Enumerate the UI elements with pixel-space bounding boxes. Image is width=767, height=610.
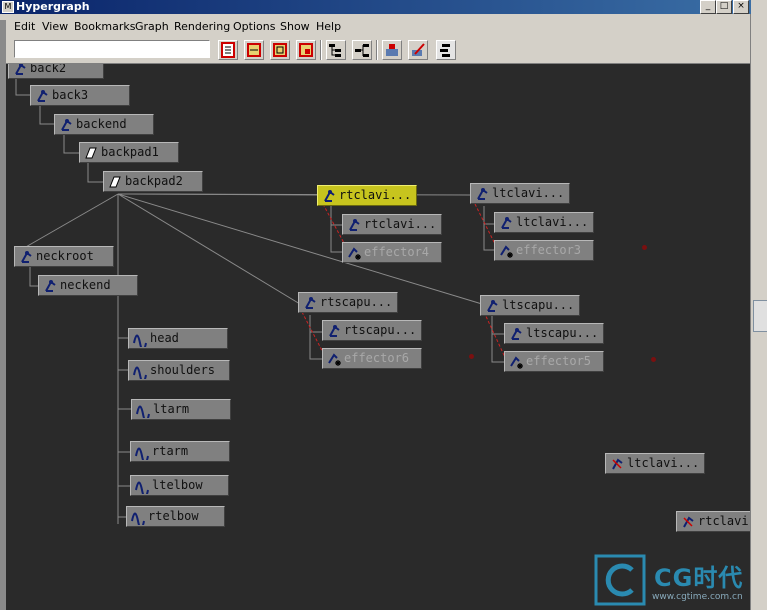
node-rtclavi-ikhandle[interactable]: rtclavi (676, 511, 750, 532)
frame-all-icon[interactable] (270, 40, 290, 60)
node-backend[interactable]: backend (54, 114, 154, 135)
effector-icon (510, 356, 523, 369)
node-neckend[interactable]: neckend (38, 275, 138, 296)
node-back3[interactable]: back3 (30, 85, 130, 106)
node-neckroot[interactable]: neckroot (14, 246, 114, 267)
node-rtclavi-child[interactable]: rtclavi... (342, 214, 442, 235)
frame-selection-icon[interactable] (296, 40, 316, 60)
joint-icon (305, 297, 316, 309)
joint-icon (21, 251, 32, 263)
node-shoulders[interactable]: shoulders (128, 360, 230, 381)
layout-horizontal-icon[interactable] (352, 40, 372, 60)
add-bookmark-icon[interactable] (382, 40, 402, 60)
effector-icon (500, 245, 513, 258)
effector-icon (328, 353, 341, 366)
node-ltclavi-ikhandle[interactable]: ltclavi... (605, 453, 705, 474)
node-effector5[interactable]: effector5 (504, 351, 604, 372)
node-ltarm[interactable]: ltarm (131, 399, 231, 420)
scene-hierarchy-icon[interactable] (218, 40, 238, 60)
joint-icon (15, 64, 26, 75)
input-output-icon[interactable] (244, 40, 264, 60)
toolbar (6, 38, 750, 64)
effector-icon (348, 247, 361, 260)
nurbs-curve-icon (133, 366, 147, 379)
node-rtclavi-selected[interactable]: rtclavi... (317, 185, 417, 206)
menu-options[interactable]: Options (233, 20, 275, 33)
node-ltscapu-child[interactable]: ltscapu... (504, 323, 604, 344)
node-rtscapu[interactable]: rtscapu... (298, 292, 398, 313)
close-button[interactable]: × (733, 0, 749, 14)
node-rtelbow[interactable]: rtelbow (126, 506, 225, 527)
toolbar-separator (320, 40, 322, 60)
node-ltelbow[interactable]: ltelbow (130, 475, 229, 496)
layout-tree-icon[interactable] (326, 40, 346, 60)
menu-show[interactable]: Show (280, 20, 310, 33)
menu-rendering[interactable]: Rendering (174, 20, 230, 33)
graph-layout-icon[interactable] (436, 40, 456, 60)
menu-graph[interactable]: Graph (135, 20, 169, 33)
panel-expand-handle[interactable] (753, 300, 767, 332)
ik-handle-icon (612, 458, 623, 470)
watermark-logo-icon (594, 554, 646, 606)
toolbar-separator (376, 40, 378, 60)
joint-icon (324, 190, 335, 202)
locator-dot[interactable] (651, 357, 656, 362)
ik-handle-icon (683, 516, 694, 528)
node-backpad1[interactable]: backpad1 (79, 142, 179, 163)
watermark-url: www.cgtime.com.cn (652, 592, 743, 602)
pad-icon (109, 176, 121, 188)
node-ltclavi-child[interactable]: ltclavi... (494, 212, 594, 233)
joint-icon (45, 280, 56, 292)
minimize-button[interactable]: _ (700, 0, 716, 14)
edit-bookmark-icon[interactable] (408, 40, 428, 60)
window-title: Hypergraph (16, 0, 90, 13)
menu-edit[interactable]: Edit (14, 20, 35, 33)
pad-icon (85, 147, 97, 159)
menu-bar: Edit View Bookmarks Graph Rendering Opti… (6, 17, 750, 37)
joint-icon (61, 119, 72, 131)
node-rtscapu-child[interactable]: rtscapu... (322, 320, 422, 341)
node-rtarm[interactable]: rtarm (130, 441, 230, 462)
joint-icon (501, 217, 512, 229)
node-effector4[interactable]: effector4 (342, 242, 442, 263)
node-ltscapu[interactable]: ltscapu... (480, 295, 580, 316)
joint-icon (349, 219, 360, 231)
node-back2[interactable]: back2 (8, 64, 104, 79)
menu-bookmarks[interactable]: Bookmarks (74, 20, 135, 33)
node-backpad2[interactable]: backpad2 (103, 171, 203, 192)
app-icon: M (2, 1, 14, 13)
node-effector6[interactable]: effector6 (322, 348, 422, 369)
nurbs-curve-icon (131, 512, 145, 525)
joint-icon (37, 90, 48, 102)
node-ltclavi[interactable]: ltclavi... (470, 183, 570, 204)
bookmark-field[interactable] (14, 40, 210, 58)
joint-icon (477, 188, 488, 200)
hypergraph-canvas[interactable]: back2 back3 backend backpad1 backpad2 rt… (6, 64, 750, 610)
joint-icon (511, 328, 522, 340)
menu-view[interactable]: View (42, 20, 68, 33)
locator-dot[interactable] (469, 354, 474, 359)
watermark: CG时代 www.cgtime.com.cn (592, 552, 750, 610)
menu-help[interactable]: Help (316, 20, 341, 33)
title-bar[interactable]: M Hypergraph (0, 0, 751, 14)
node-effector3[interactable]: effector3 (494, 240, 594, 261)
locator-dot[interactable] (642, 245, 647, 250)
maximize-button[interactable]: □ (716, 0, 732, 14)
nurbs-curve-icon (136, 405, 150, 418)
joint-icon (329, 325, 340, 337)
nurbs-curve-icon (133, 334, 147, 347)
nurbs-curve-icon (135, 481, 149, 494)
watermark-brand: CG时代 (654, 564, 744, 592)
nurbs-curve-icon (135, 447, 149, 460)
node-head[interactable]: head (128, 328, 228, 349)
joint-icon (487, 300, 498, 312)
